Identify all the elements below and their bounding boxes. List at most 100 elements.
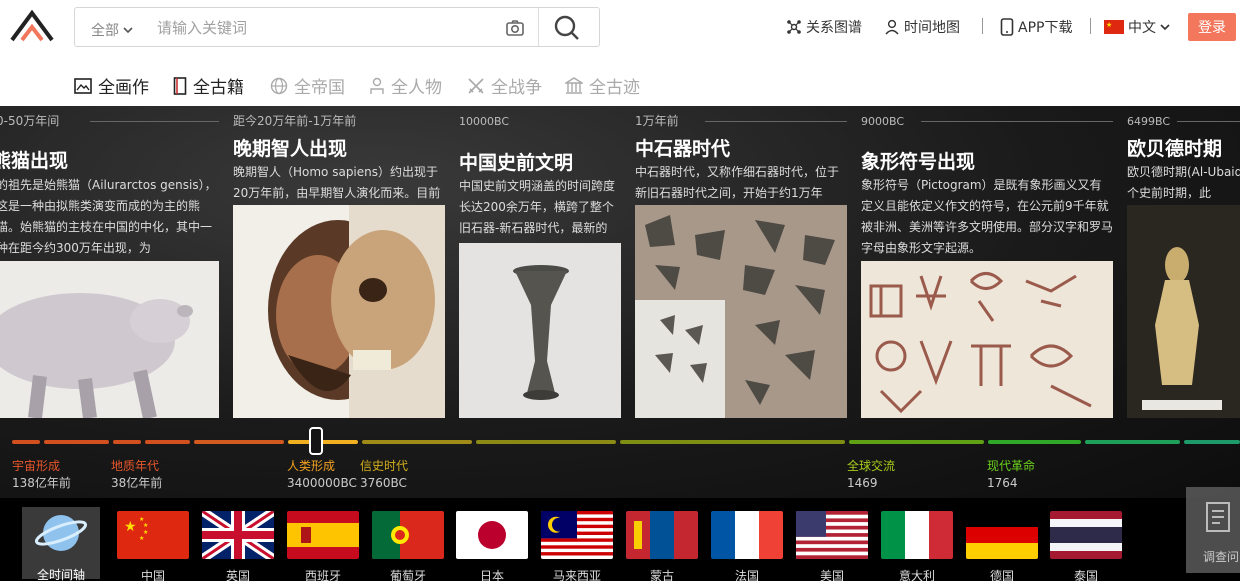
event-card[interactable]: 6499BC 欧贝德时期 欧贝德时期(Al-Ubaid的一个史前时期，此 xyxy=(1127,106,1240,418)
nav-item-books[interactable]: 全古籍 xyxy=(173,73,244,98)
country-mongolia[interactable]: 蒙古 xyxy=(626,511,698,581)
timeline-segment[interactable] xyxy=(620,440,845,444)
country-label: 葡萄牙 xyxy=(389,569,426,581)
country-uk[interactable]: 英国 xyxy=(202,511,274,581)
event-description: 的祖先是始熊猫（Ailurarctos gensis），这是一种由拟熊类演变而成… xyxy=(0,178,217,255)
timeline-segment[interactable] xyxy=(849,440,984,444)
document-icon xyxy=(1206,502,1230,532)
timeline-segment[interactable] xyxy=(362,440,472,444)
era-name: 全球交流 xyxy=(847,459,896,473)
top-links: 关系图谱 时间地图 APP下载 ★ 中文 登录 xyxy=(740,13,1240,41)
nav-item-label: 全帝国 xyxy=(294,78,345,98)
timeline-segment[interactable] xyxy=(44,440,109,444)
nav-item-empires[interactable]: 全帝国 xyxy=(270,73,345,98)
camera-icon[interactable] xyxy=(505,19,525,37)
event-image xyxy=(1127,205,1240,418)
timeline-segment[interactable] xyxy=(12,440,40,444)
relation-graph-label: 关系图谱 xyxy=(806,20,862,36)
event-title: 象形符号出现 xyxy=(861,151,976,173)
timeline-segment[interactable] xyxy=(145,440,190,444)
language-select[interactable]: ★ 中文 xyxy=(1104,17,1170,37)
country-spain[interactable]: 西班牙 xyxy=(287,511,359,581)
era-year: 3400000BC xyxy=(287,476,357,490)
country-thailand[interactable]: 泰国 xyxy=(1050,511,1122,581)
country-italy[interactable]: 意大利 xyxy=(881,511,953,581)
divider xyxy=(982,18,983,34)
nav-item-wars[interactable]: 全战争 xyxy=(467,73,542,98)
era-label[interactable]: 地质年代 38亿年前 xyxy=(111,458,162,492)
book-icon xyxy=(173,76,187,95)
country-china[interactable]: ★ ★ ★ ★ ★ 中国 xyxy=(117,511,189,581)
timeline-segment[interactable] xyxy=(1085,440,1180,444)
category-nav: 全画作 全古籍 全帝国 全人物 全战争 全古迹 xyxy=(0,58,1240,106)
country-label: 美国 xyxy=(819,569,844,581)
event-card[interactable]: 0-50万年间 熊猫出现 的祖先是始熊猫（Ailurarctos gensis）… xyxy=(0,106,219,418)
era-year: 1764 xyxy=(987,476,1018,490)
usa-flag-icon xyxy=(796,511,868,559)
thailand-flag-icon xyxy=(1050,511,1122,559)
search-bar: 全部 xyxy=(74,7,600,47)
country-all-timeline[interactable]: 全时间轴 xyxy=(22,507,100,581)
event-card[interactable]: 9000BC 象形符号出现 象形符号（Pictogram）是既有象形画义又有定义… xyxy=(861,106,1113,418)
era-label[interactable]: 全球交流 1469 xyxy=(847,458,895,492)
timeline-slider-handle[interactable] xyxy=(309,427,323,455)
app-download-link[interactable]: APP下载 xyxy=(1000,17,1072,37)
nav-item-sites[interactable]: 全古迹 xyxy=(565,73,640,98)
era-name: 信史时代 xyxy=(360,459,409,473)
era-year: 1469 xyxy=(847,476,878,490)
event-card[interactable]: 10000BC 中国史前文明 中国史前文明涵盖的时间跨度长达200余万年，横跨了… xyxy=(459,106,621,418)
timeline-segment[interactable] xyxy=(988,440,1081,444)
timeline-bar[interactable]: 宇宙形成 138亿年前 地质年代 38亿年前 人类形成 3400000BC 信史… xyxy=(0,427,1240,498)
country-usa[interactable]: 美国 xyxy=(796,511,868,581)
survey-button[interactable]: 调查问 xyxy=(1186,487,1240,573)
nav-item-paintings[interactable]: 全画作 xyxy=(74,73,149,98)
chevron-down-icon xyxy=(1160,24,1170,31)
chevron-down-icon xyxy=(123,27,133,34)
login-button[interactable]: 登录 xyxy=(1188,13,1236,41)
china-flag-icon: ★ ★★★★ xyxy=(117,511,189,559)
country-france[interactable]: 法国 xyxy=(711,511,783,581)
country-japan[interactable]: 日本 xyxy=(456,511,528,581)
country-malaysia[interactable]: 马来西亚 xyxy=(541,511,613,581)
search-scope-select[interactable]: 全部 xyxy=(91,20,133,40)
timeline-segment[interactable] xyxy=(113,440,141,444)
event-date: 6499BC xyxy=(1127,115,1171,128)
china-flag-icon: ★ xyxy=(1104,20,1124,34)
timeline-showcase: 0-50万年间 熊猫出现 的祖先是始熊猫（Ailurarctos gensis）… xyxy=(0,106,1240,498)
country-portugal[interactable]: 葡萄牙 xyxy=(372,511,444,581)
country-germany[interactable]: 德国 xyxy=(966,511,1038,581)
network-icon xyxy=(787,20,801,34)
era-label[interactable]: 人类形成 3400000BC xyxy=(287,458,357,492)
crossed-swords-icon xyxy=(468,77,484,94)
event-image xyxy=(861,261,1113,418)
app-download-label: APP下载 xyxy=(1018,20,1073,36)
survey-label: 调查问 xyxy=(1203,550,1240,564)
site-logo[interactable] xyxy=(10,10,54,42)
timeline-segment[interactable] xyxy=(288,440,358,444)
time-map-link[interactable]: 时间地图 xyxy=(884,17,960,37)
event-card[interactable]: 距今20万年前-1万年前 晚期智人出现 晚期智人（Homo sapiens）约出… xyxy=(233,106,445,418)
nav-item-people[interactable]: 全人物 xyxy=(369,73,442,98)
timeline-segment[interactable] xyxy=(1184,440,1240,444)
country-strip: 全时间轴 ★ ★ ★ ★ ★ 中国 英国 西班牙 葡萄牙 日本 马来西亚 蒙古 法国 美… xyxy=(0,498,1240,581)
timeline-segment[interactable] xyxy=(476,440,616,444)
timeline-segment[interactable] xyxy=(194,440,284,444)
svg-text:★: ★ xyxy=(143,522,148,529)
france-flag-icon xyxy=(711,511,783,559)
era-label[interactable]: 信史时代 3760BC xyxy=(360,458,408,492)
event-title: 晚期智人出现 xyxy=(233,138,348,160)
nav-item-label: 全古籍 xyxy=(193,78,244,98)
event-image xyxy=(0,261,219,418)
event-card[interactable]: 1万年前 中石器时代 中石器时代，又称作细石器时代，位于新旧石器时代之间，开始于… xyxy=(635,106,847,418)
search-input[interactable] xyxy=(157,17,487,39)
search-button[interactable] xyxy=(552,14,582,44)
era-label[interactable]: 现代革命 1764 xyxy=(987,458,1035,492)
event-description: 象形符号（Pictogram）是既有象形画义又有定义且能依定义作文的符号，在公元… xyxy=(861,178,1113,255)
location-person-icon xyxy=(885,19,899,35)
divider xyxy=(1090,18,1091,34)
country-label: 英国 xyxy=(225,569,250,581)
country-label: 西班牙 xyxy=(304,569,341,581)
nav-item-label: 全人物 xyxy=(391,78,442,98)
relation-graph-link[interactable]: 关系图谱 xyxy=(786,17,862,37)
era-label[interactable]: 宇宙形成 138亿年前 xyxy=(12,458,71,492)
